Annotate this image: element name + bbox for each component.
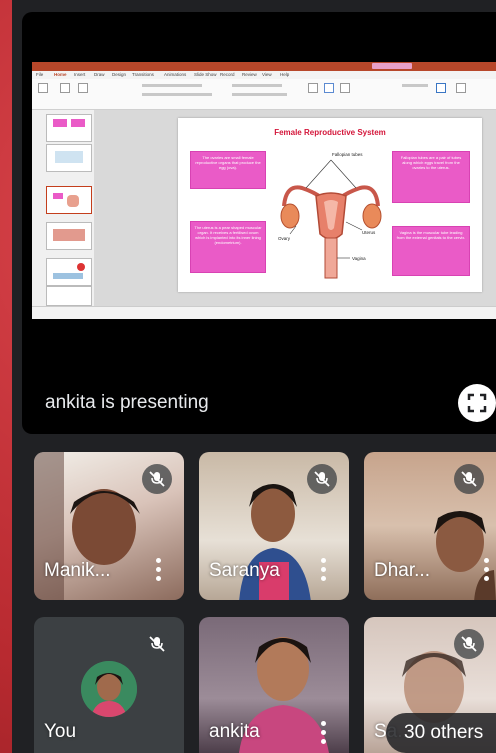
paragraph-row[interactable]: [232, 84, 282, 87]
designer-icon[interactable]: [456, 83, 466, 93]
participant-tile[interactable]: Dhar...: [364, 452, 496, 600]
participant-name: Dhar...: [374, 560, 430, 581]
participant-tile[interactable]: Manik...: [34, 452, 184, 600]
participant-name: Saranya: [209, 560, 280, 581]
slide-thumbnails: [32, 110, 95, 306]
vagina-textbox: Vagina is the muscular tube leading from…: [392, 226, 470, 276]
ppt-menubar: File Home Insert Draw Design Transitions…: [32, 71, 496, 79]
slide-thumbnail[interactable]: [46, 286, 92, 306]
fallopian-textbox: Fallopian tubes are a pair of tubes alon…: [392, 151, 470, 203]
participant-tile[interactable]: ankita: [199, 617, 349, 753]
slide-thumbnail[interactable]: [46, 144, 92, 172]
more-options-icon[interactable]: [321, 721, 327, 745]
current-slide[interactable]: Female Reproductive System The ovaries a…: [178, 118, 482, 292]
menu-item[interactable]: Design: [112, 72, 126, 77]
slide-thumbnail[interactable]: [46, 222, 92, 250]
menu-item[interactable]: Animations: [164, 72, 186, 77]
dictate-icon[interactable]: [436, 83, 446, 93]
menu-item[interactable]: Home: [54, 72, 67, 77]
font-format-row[interactable]: [142, 93, 212, 96]
participant-tile-self[interactable]: You: [34, 617, 184, 753]
menu-item[interactable]: Review: [242, 72, 257, 77]
user-badge: [372, 63, 412, 69]
label-vagina: Vagina: [352, 256, 366, 261]
menu-item[interactable]: Transitions: [132, 72, 154, 77]
participant-name: You: [44, 721, 77, 742]
presenter-label: ankita is presenting: [45, 392, 209, 413]
ppt-statusbar: [32, 306, 496, 319]
label-ovary: Ovary: [278, 236, 291, 241]
shapes-icon[interactable]: [308, 83, 318, 93]
ppt-titlebar: [32, 62, 496, 71]
quick-styles-icon[interactable]: [340, 83, 350, 93]
menu-item[interactable]: Help: [280, 72, 289, 77]
mic-off-icon: [454, 464, 484, 494]
more-options-icon[interactable]: [484, 558, 490, 582]
presentation-stage: File Home Insert Draw Design Transitions…: [22, 12, 496, 434]
mic-off-icon: [142, 629, 172, 659]
slide-title: Female Reproductive System: [274, 128, 386, 137]
arrange-icon[interactable]: [324, 83, 334, 93]
menu-item[interactable]: Slide Show: [194, 72, 217, 77]
paste-icon[interactable]: [38, 83, 48, 93]
menu-item[interactable]: File: [36, 72, 43, 77]
menu-item[interactable]: Record: [220, 72, 235, 77]
fullscreen-icon: [467, 393, 487, 413]
reproductive-diagram: Fallopian tubes Ovary Uterus Vagina: [278, 152, 382, 279]
menu-item[interactable]: View: [262, 72, 272, 77]
participant-name: Manik...: [44, 560, 111, 581]
slide-thumbnail[interactable]: [46, 186, 92, 214]
reuse-slides-icon[interactable]: [78, 83, 88, 93]
mic-off-icon: [454, 629, 484, 659]
others-label: 30 others: [404, 722, 484, 743]
participant-name: ankita: [209, 721, 260, 742]
others-chip[interactable]: 30 others: [386, 713, 496, 753]
slide-thumbnail[interactable]: [46, 258, 92, 286]
uterus-textbox: The uterus is a pear shaped muscular org…: [190, 221, 266, 273]
shared-screen: File Home Insert Draw Design Transitions…: [32, 62, 496, 319]
fullscreen-button[interactable]: [458, 384, 496, 422]
menu-item[interactable]: Insert: [74, 72, 85, 77]
font-box[interactable]: [142, 84, 202, 87]
menu-item[interactable]: Draw: [94, 72, 105, 77]
more-options-icon[interactable]: [321, 558, 327, 582]
label-uterus: Uterus: [362, 230, 376, 235]
label-fallopian: Fallopian tubes: [332, 152, 363, 157]
mic-off-icon: [142, 464, 172, 494]
slide-thumbnail[interactable]: [46, 114, 92, 142]
participant-tile[interactable]: Saranya: [199, 452, 349, 600]
slide-canvas: Female Reproductive System The ovaries a…: [94, 110, 496, 306]
ovaries-textbox: The ovaries are small female reproductiv…: [190, 151, 266, 189]
more-options-icon[interactable]: [156, 558, 162, 582]
align-row[interactable]: [232, 93, 287, 96]
mic-off-icon: [307, 464, 337, 494]
new-slide-icon[interactable]: [60, 83, 70, 93]
avatar: [81, 661, 137, 717]
find-replace[interactable]: [402, 84, 428, 87]
ppt-ribbon: [32, 79, 496, 110]
